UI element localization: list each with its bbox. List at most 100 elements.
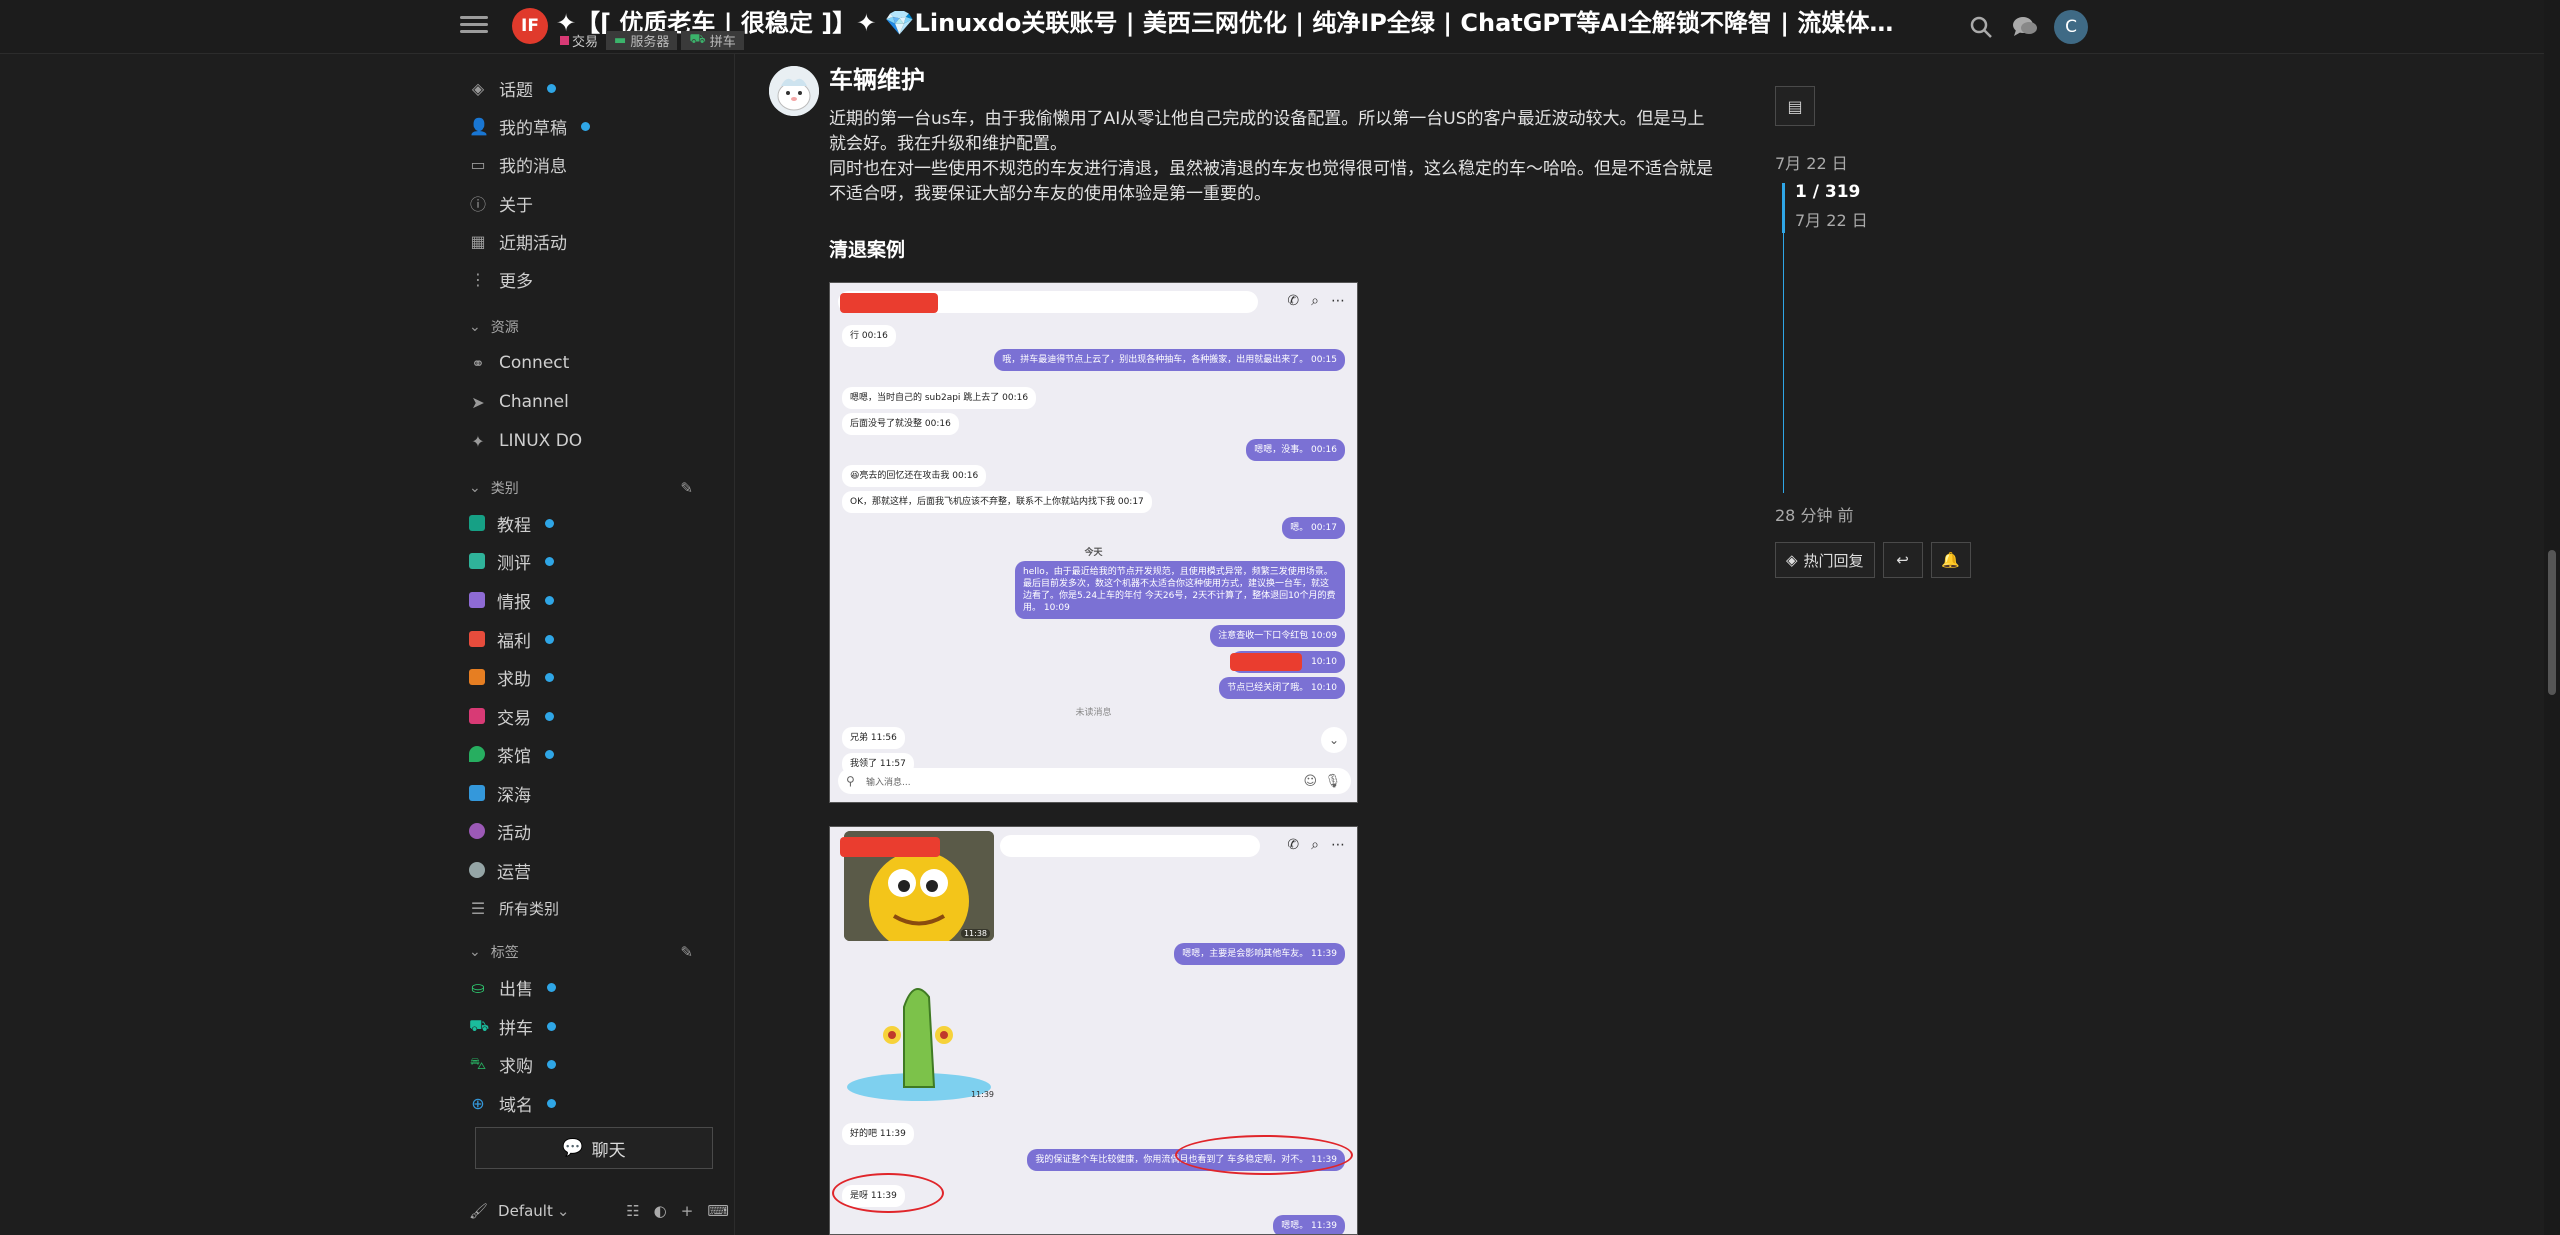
topic-tags: 交易 ▬ 服务器 ⛟ 拼车 <box>556 31 744 50</box>
highlight-circle <box>1175 1135 1353 1175</box>
sidebar-item-topics[interactable]: ◈ 话题 <box>469 73 556 103</box>
timeline-track[interactable] <box>1783 233 1784 493</box>
unread-dot <box>545 595 554 605</box>
sidebar: ◈ 话题 👤 我的草稿 ▭ 我的消息 ⓘ 关于 ▦ 近期活动 ⋮ 更多 ⌄ 资源 ⚭ Conne… <box>455 56 735 1235</box>
chat-message: 兄弟 11:56 <box>842 727 905 749</box>
pencil-icon[interactable]: ✎ <box>680 943 693 961</box>
tag-server[interactable]: ▬ 服务器 <box>606 31 678 50</box>
leaf-icon <box>469 746 485 762</box>
sidebar-item-tag[interactable]: ⛟ 拼车 <box>469 1011 556 1041</box>
post-content: 车辆维护 近期的第一台us车，由于我偷懒用了AI从零让他自己完成的设备配置。所以… <box>829 60 1719 262</box>
chat-message: OK，那就这样，后面我飞机应该不弃整，联系不上你就站内找下我 00:17 <box>842 491 1152 513</box>
sidebar-item-connect[interactable]: ⚭ Connect <box>469 348 569 378</box>
brush-icon: 🖌 <box>469 1202 489 1220</box>
chat-button[interactable]: 💬 聊天 <box>475 1127 713 1169</box>
sliders-icon[interactable]: ☷ <box>626 1202 639 1220</box>
timeline-scroller-handle[interactable] <box>1782 183 1785 233</box>
reply-button[interactable]: ↩ <box>1882 542 1923 578</box>
sticker-time: 11:38 <box>960 929 990 938</box>
chat-message: 行 00:16 <box>842 325 896 347</box>
car-icon: ⛟ <box>469 1015 490 1035</box>
unread-dot <box>545 711 554 721</box>
category-square-icon <box>560 36 569 45</box>
sidebar-item-category[interactable]: 活动 <box>469 816 531 846</box>
post-author-avatar[interactable] <box>769 66 819 116</box>
sticker-time: 11:39 <box>970 1090 994 1099</box>
chat-screenshot-image[interactable]: ✆ ⌕ ⋯ 行 00:16 哦，拼车最迪得节点上云了，别出现各种抽车，各种搬家，… <box>829 282 1358 803</box>
sidebar-item-tag[interactable]: ⛍ 求购 <box>469 1049 556 1079</box>
phone-icon: ✆ <box>1287 293 1300 309</box>
theme-selector[interactable]: Default <box>498 1202 553 1220</box>
page-scrollbar[interactable] <box>2544 0 2560 1235</box>
hot-replies-button[interactable]: ◈ 热门回复 <box>1775 542 1875 578</box>
chat-screenshot-image[interactable]: 11:38 ✆ ⌕ ⋯ 嗯嗯，主要是会影响其他车友。 11:39 11:39 好… <box>829 826 1358 1235</box>
car-icon: ⛟ <box>689 32 706 47</box>
hamburger-menu-icon[interactable] <box>460 12 488 40</box>
sidebar-item-more[interactable]: ⋮ 更多 <box>469 264 533 294</box>
contrast-icon[interactable]: ◐ <box>654 1202 667 1220</box>
truck-icon <box>469 669 485 685</box>
post-subheading: 清退案例 <box>829 239 906 261</box>
unread-separator: 未读消息 <box>1075 708 1112 718</box>
sidebar-item-category[interactable]: 交易 <box>469 701 554 731</box>
chat-message: 嗯嗯，主要是会影响其他车友。 11:39 <box>1174 943 1345 965</box>
sidebar-item-recent-activity[interactable]: ▦ 近期活动 <box>469 226 567 256</box>
sidebar-item-about[interactable]: ⓘ 关于 <box>469 188 533 218</box>
post-paragraph: 近期的第一台us车，由于我偷懒用了AI从零让他自己完成的设备配置。所以第一台US… <box>829 109 1705 154</box>
user-avatar[interactable]: C <box>2054 10 2088 44</box>
unread-dot <box>547 1021 556 1031</box>
chat-header-icons: ✆ ⌕ ⋯ <box>1287 837 1345 853</box>
site-logo[interactable]: IF <box>512 8 548 44</box>
tag-carpool[interactable]: ⛟ 拼车 <box>681 31 744 50</box>
sidebar-item-channel[interactable]: ➤ Channel <box>469 387 569 417</box>
sidebar-item-category[interactable]: 福利 <box>469 624 554 654</box>
sidebar-item-category[interactable]: 茶馆 <box>469 739 554 769</box>
chat-icon <box>469 862 485 878</box>
sidebar-item-category[interactable]: 情报 <box>469 585 554 615</box>
timeline-start-date[interactable]: 7月 22 日 <box>1775 150 1848 174</box>
sidebar-item-tag[interactable]: ⛀ 出售 <box>469 972 556 1002</box>
emoji-icon: ☺ <box>1303 773 1317 789</box>
sidebar-item-drafts[interactable]: 👤 我的草稿 <box>469 111 590 141</box>
sidebar-item-category[interactable]: 教程 <box>469 508 554 538</box>
timeline-controls: ◈ 热门回复 ↩ 🔔 <box>1775 542 1971 578</box>
sidebar-item-tag[interactable]: ⊕ 域名 <box>469 1088 556 1118</box>
chat-bubbles-icon[interactable] <box>2010 12 2040 42</box>
chat-message: 好的吧 11:39 <box>842 1123 914 1145</box>
plus-icon[interactable]: + <box>681 1202 694 1220</box>
search-icon[interactable] <box>1966 12 1996 42</box>
chat-input-mock: ⚲ 输入消息... ☺ 🎙 <box>838 768 1351 794</box>
gift-icon <box>469 631 485 647</box>
header-actions: C <box>1966 10 2088 44</box>
sidebar-item-linuxdo[interactable]: ✦ LINUX DO <box>469 426 582 456</box>
sidebar-item-all-categories[interactable]: ☰ 所有类别 <box>469 893 559 923</box>
sidebar-item-category[interactable]: 测评 <box>469 546 554 576</box>
chat-message: 😆亮去的回忆还在攻击我 00:16 <box>842 465 987 487</box>
info-icon: ⓘ <box>469 195 486 214</box>
newspaper-icon <box>469 592 485 608</box>
chat-message: 嗯。 00:17 <box>1282 517 1345 539</box>
sidebar-item-category[interactable]: 深海 <box>469 778 531 808</box>
link-icon: ⚭ <box>471 353 485 373</box>
sidebar-item-category[interactable]: 求助 <box>469 662 554 692</box>
topic-title[interactable]: ✦【[ 优质老车 | 很稳定 ]】✦ 💎Linuxdo关联账号 | 美西三网优化… <box>556 3 1916 38</box>
section-categories[interactable]: ⌄ 类别 ✎ <box>469 476 729 500</box>
reply-icon: ↩ <box>1896 551 1909 569</box>
chevron-down-icon: ⌄ <box>1321 727 1347 753</box>
sparkle-icon: ✦ <box>471 431 485 451</box>
chat-message: 节点已经关闭了哦。 10:10 <box>1219 677 1345 699</box>
section-resources[interactable]: ⌄ 资源 <box>469 315 519 339</box>
redaction-block <box>840 293 938 313</box>
notification-button[interactable]: 🔔 <box>1930 542 1971 578</box>
chat-bubble-icon: 💬 <box>562 1138 584 1158</box>
pencil-icon[interactable]: ✎ <box>680 479 693 497</box>
date-separator: 今天 <box>1084 548 1103 558</box>
topic-category-badge[interactable]: 交易 <box>556 31 602 50</box>
section-tags[interactable]: ⌄ 标签 ✎ <box>469 940 729 964</box>
sidebar-item-category[interactable]: 运营 <box>469 855 531 885</box>
timeline-end-date[interactable]: 28 分钟 前 <box>1775 502 1854 526</box>
scrollbar-thumb[interactable] <box>2548 550 2556 695</box>
sidebar-item-messages[interactable]: ▭ 我的消息 <box>469 149 567 179</box>
keyboard-icon[interactable]: ⌨ <box>707 1202 729 1220</box>
summarize-button[interactable]: ▤ <box>1775 86 1815 126</box>
